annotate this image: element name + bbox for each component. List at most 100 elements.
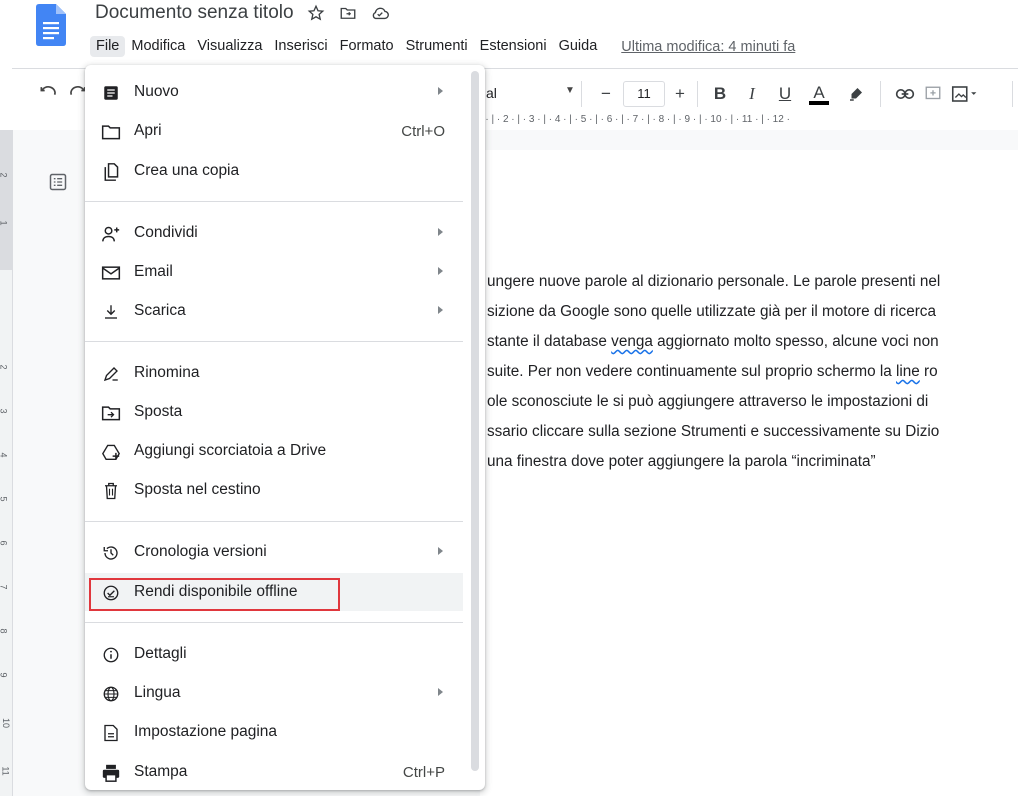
move-to-folder-icon[interactable] bbox=[338, 3, 358, 23]
folder-icon bbox=[101, 122, 121, 142]
shortcut-label: Ctrl+O bbox=[401, 122, 445, 140]
menu-item-crea-una-copia[interactable]: Crea una copia bbox=[85, 152, 463, 190]
menu-item-label: Nuovo bbox=[134, 83, 179, 100]
text-color-button[interactable]: A bbox=[808, 81, 830, 107]
menu-item-label: Dettagli bbox=[134, 645, 187, 662]
google-docs-logo-icon[interactable] bbox=[36, 4, 66, 46]
submenu-arrow-icon bbox=[438, 688, 443, 696]
font-name-dropdown[interactable]: al bbox=[486, 85, 497, 101]
submenu-arrow-icon bbox=[438, 87, 443, 95]
underline-button[interactable]: U bbox=[775, 81, 795, 107]
menu-bar: File Modifica Visualizza Inserisci Forma… bbox=[90, 36, 795, 57]
horizontal-ruler[interactable]: | · | · 2 · | · 3 · | · 4 · | · 5 · | · … bbox=[480, 114, 1018, 130]
decrease-font-size-button[interactable]: − bbox=[596, 81, 616, 107]
menu-item-label: Sposta bbox=[134, 403, 183, 420]
ruler-number: 7 bbox=[0, 584, 9, 589]
menu-item-stampa[interactable]: Stampa Ctrl+P bbox=[85, 753, 463, 791]
history-icon bbox=[101, 543, 121, 563]
insert-image-icon[interactable] bbox=[950, 81, 980, 107]
toolbar-separator bbox=[880, 81, 881, 107]
highlight-color-icon[interactable] bbox=[846, 81, 866, 107]
menu-item-label: Sposta nel cestino bbox=[134, 481, 261, 498]
font-size-input[interactable]: 11 bbox=[623, 81, 665, 107]
menu-formato[interactable]: Formato bbox=[334, 36, 400, 57]
italic-button[interactable]: I bbox=[742, 81, 762, 107]
ruler-number: 11 bbox=[0, 766, 11, 776]
insert-link-icon[interactable] bbox=[893, 81, 917, 107]
document-body[interactable]: ungere nuove parole al dizionario person… bbox=[487, 267, 940, 477]
menu-item-label: Stampa bbox=[134, 763, 188, 780]
text-color-swatch bbox=[809, 100, 829, 105]
menu-item-label: Rinomina bbox=[134, 364, 200, 381]
menu-item-label: Apri bbox=[134, 122, 162, 139]
menu-item-label: Email bbox=[134, 263, 173, 280]
menu-divider bbox=[85, 521, 463, 522]
canvas-background bbox=[480, 130, 1018, 150]
menu-strumenti[interactable]: Strumenti bbox=[400, 36, 474, 57]
document-title[interactable]: Documento senza titolo bbox=[95, 2, 294, 24]
text-line: stante il database venga aggiornato molt… bbox=[487, 327, 940, 357]
undo-icon[interactable] bbox=[38, 83, 58, 108]
toolbar-separator bbox=[697, 81, 698, 107]
add-comment-icon[interactable] bbox=[922, 81, 944, 107]
offline-check-icon bbox=[101, 583, 121, 603]
trash-icon bbox=[101, 481, 121, 501]
menu-estensioni[interactable]: Estensioni bbox=[474, 36, 553, 57]
last-edit-link[interactable]: Ultima modifica: 4 minuti fa bbox=[621, 39, 795, 55]
menu-item-sposta[interactable]: Sposta bbox=[85, 393, 463, 431]
download-icon bbox=[101, 302, 121, 322]
menu-item-impostazione-pagina[interactable]: Impostazione pagina bbox=[85, 713, 463, 751]
menu-item-nuovo[interactable]: Nuovo bbox=[85, 73, 463, 111]
menu-visualizza[interactable]: Visualizza bbox=[191, 36, 268, 57]
menu-item-rendi-disponibile-offline[interactable]: Rendi disponibile offline bbox=[85, 573, 463, 611]
info-icon bbox=[101, 645, 121, 665]
menu-item-lingua[interactable]: Lingua bbox=[85, 674, 463, 712]
document-outline-icon[interactable] bbox=[48, 172, 68, 197]
menu-item-dettagli[interactable]: Dettagli bbox=[85, 635, 463, 673]
menu-item-email[interactable]: Email bbox=[85, 253, 463, 291]
toolbar-separator bbox=[1012, 81, 1013, 107]
text-segment: ro bbox=[919, 363, 938, 380]
menu-item-sposta-nel-cestino[interactable]: Sposta nel cestino bbox=[85, 471, 463, 509]
spelling-error-word[interactable]: line bbox=[896, 363, 920, 380]
ruler-number: 5 bbox=[0, 496, 9, 501]
text-line: ole sconosciute le si può aggiungere att… bbox=[487, 393, 929, 410]
menu-modifica[interactable]: Modifica bbox=[125, 36, 191, 57]
share-person-icon bbox=[101, 224, 121, 244]
ruler-number: 10 bbox=[1, 717, 12, 729]
menu-item-label: Condividi bbox=[134, 224, 198, 241]
menu-item-label: Aggiungi scorciatoia a Drive bbox=[134, 442, 327, 459]
copy-icon bbox=[101, 162, 121, 182]
menu-item-cronologia-versioni[interactable]: Cronologia versioni bbox=[85, 533, 463, 571]
menu-guida[interactable]: Guida bbox=[553, 36, 604, 57]
submenu-arrow-icon bbox=[438, 306, 443, 314]
text-segment: aggiornato molto spesso, alcune voci non bbox=[652, 333, 939, 350]
menu-item-aggiungi-scorciatoia[interactable]: Aggiungi scorciatoia a Drive bbox=[85, 432, 463, 470]
ruler-number: 2 bbox=[0, 364, 9, 369]
menu-item-scarica[interactable]: Scarica bbox=[85, 292, 463, 330]
move-icon bbox=[101, 403, 121, 423]
submenu-arrow-icon bbox=[438, 267, 443, 275]
star-icon[interactable] bbox=[306, 3, 326, 23]
cloud-status-icon[interactable] bbox=[370, 3, 390, 23]
menu-item-condividi[interactable]: Condividi bbox=[85, 214, 463, 252]
menu-item-apri[interactable]: Apri Ctrl+O bbox=[85, 112, 463, 150]
menu-item-label: Lingua bbox=[134, 684, 181, 701]
font-dropdown-caret-icon[interactable]: ▼ bbox=[565, 85, 575, 96]
menu-file[interactable]: File bbox=[90, 36, 126, 57]
menu-inserisci[interactable]: Inserisci bbox=[268, 36, 333, 57]
bold-button[interactable]: B bbox=[710, 81, 730, 107]
vertical-ruler-margin bbox=[0, 130, 12, 270]
increase-font-size-button[interactable]: + bbox=[670, 81, 690, 107]
rename-icon bbox=[101, 364, 121, 384]
menu-divider bbox=[85, 201, 463, 202]
vertical-ruler[interactable]: 2 1 2 3 4 5 6 7 8 9 10 11 bbox=[0, 130, 13, 796]
text-line: una finestra dove poter aggiungere la pa… bbox=[487, 453, 876, 470]
menu-scrollbar[interactable] bbox=[471, 71, 479, 771]
ruler-number: 6 bbox=[0, 540, 9, 545]
ruler-number: 1 bbox=[0, 220, 9, 225]
menu-item-label: Cronologia versioni bbox=[134, 543, 267, 560]
spelling-error-word[interactable]: venga bbox=[611, 333, 653, 350]
add-shortcut-drive-icon bbox=[101, 442, 121, 462]
menu-item-rinomina[interactable]: Rinomina bbox=[85, 354, 463, 392]
